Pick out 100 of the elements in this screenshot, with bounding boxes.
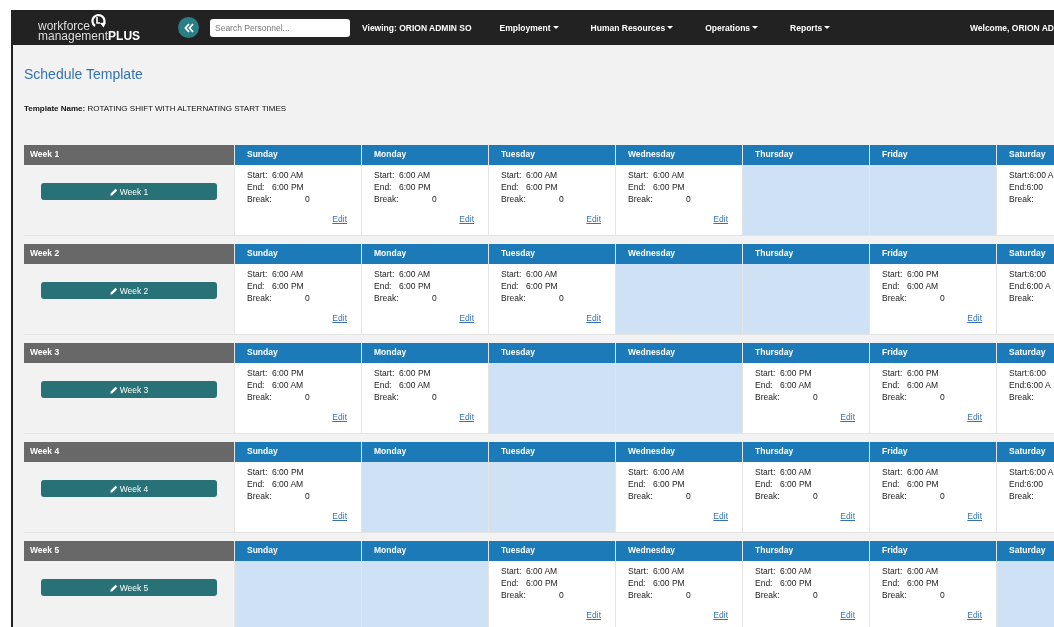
field-value: 6:00 AM (780, 379, 812, 391)
field-label: Start: (882, 565, 904, 577)
field-label: End: (501, 280, 520, 292)
edit-link[interactable]: Edit (713, 609, 728, 621)
field-value: 6:00 AM (272, 379, 304, 391)
edit-link[interactable]: Edit (713, 213, 728, 225)
field-label: Start: (247, 466, 269, 478)
field-value: 6:00 PM (653, 577, 685, 589)
field-label: End: (374, 379, 393, 391)
field-value: 6:00 AM (907, 280, 939, 292)
day-header: Saturday (997, 244, 1054, 264)
field-label: Start: (247, 169, 269, 181)
field-value: 6:00 AM (272, 169, 304, 181)
field-label: Start: (755, 367, 777, 379)
edit-link[interactable]: Edit (586, 609, 601, 621)
day-header: Saturday (997, 442, 1054, 462)
nav-menu[interactable]: Human Resources (590, 22, 674, 33)
field-label: Break: (374, 292, 399, 304)
caret-icon (824, 26, 831, 29)
field-label: Break: (247, 490, 272, 502)
edit-link[interactable]: Edit (840, 609, 855, 621)
day-header: Thursday (743, 244, 869, 264)
edit-link[interactable]: Edit (713, 510, 728, 522)
edit-link[interactable]: Edit (459, 411, 474, 423)
edit-link[interactable]: Edit (586, 312, 601, 324)
field-value: 6:00 (1029, 367, 1046, 379)
edit-week-button[interactable]: Week 1 (41, 183, 217, 200)
field-value: 0 (432, 193, 437, 205)
day-header: Wednesday (616, 343, 742, 363)
nav-menu[interactable]: Operations (705, 22, 759, 33)
field-value: 6:00 AM (780, 565, 812, 577)
day-header: Friday (870, 442, 996, 462)
field-label: Break: (755, 391, 780, 403)
edit-link[interactable]: Edit (840, 510, 855, 522)
field-label: End: (882, 280, 901, 292)
edit-week-button[interactable]: Week 2 (41, 282, 217, 299)
pencil-icon (109, 385, 118, 394)
field-label: Start: (501, 565, 523, 577)
field-value: 6:00 AM (272, 268, 304, 280)
day-header: Wednesday (616, 145, 742, 165)
edit-link[interactable]: Edit (332, 411, 347, 423)
field-label: Break: (755, 589, 780, 601)
field-label: Start: (882, 367, 904, 379)
field-label: Break: (247, 292, 272, 304)
field-label: Break: (755, 490, 780, 502)
field-label: Break: (1009, 391, 1034, 403)
field-label: Start: (501, 268, 523, 280)
field-value: 6:00 AM (780, 466, 812, 478)
field-label: Start: (628, 169, 650, 181)
field-value: 6:00 PM (907, 367, 939, 379)
field-value: 0 (686, 490, 691, 502)
field-label: Break: (247, 391, 272, 403)
edit-week-button[interactable]: Week 4 (41, 480, 217, 497)
edit-link[interactable]: Edit (332, 510, 347, 522)
field-value: 6:00 PM (907, 577, 939, 589)
field-value: 6:00 PM (907, 268, 939, 280)
collapse-button[interactable] (178, 17, 199, 38)
field-label: End: (882, 478, 901, 490)
nav-menu[interactable]: Employment (499, 22, 559, 33)
field-label: Break: (501, 193, 526, 205)
field-value: 6:00 AM (399, 379, 431, 391)
field-label: Break: (882, 391, 907, 403)
field-value: 6:00 A (1026, 379, 1051, 391)
field-value: 6:00 PM (399, 280, 431, 292)
search-field[interactable]: Search Personnel... (210, 18, 350, 37)
field-value: 0 (686, 589, 691, 601)
field-label: End: (755, 577, 774, 589)
edit-link[interactable]: Edit (332, 213, 347, 225)
day-header: Sunday (235, 541, 361, 561)
field-label: End: (247, 181, 266, 193)
day-header: Sunday (235, 442, 361, 462)
field-label: End: (247, 280, 266, 292)
field-label: End: (628, 181, 647, 193)
edit-link[interactable]: Edit (459, 213, 474, 225)
week-header: Week 5 (24, 541, 234, 561)
edit-link[interactable]: Edit (967, 510, 982, 522)
edit-week-button[interactable]: Week 5 (41, 579, 217, 596)
week-header: Week 2 (24, 244, 234, 264)
field-value: 6:00 AM (526, 169, 558, 181)
week-header: Week 3 (24, 343, 234, 363)
field-value: 0 (432, 391, 437, 403)
field-value: 6:00 PM (907, 478, 939, 490)
logo-text: workforce (38, 20, 90, 31)
edit-week-button[interactable]: Week 3 (41, 381, 217, 398)
edit-link[interactable]: Edit (967, 411, 982, 423)
nav-menu[interactable]: Reports (790, 22, 831, 33)
field-value: 0 (940, 292, 945, 304)
day-header: Tuesday (489, 145, 615, 165)
field-value: 6:00 AM (399, 169, 431, 181)
edit-link[interactable]: Edit (459, 312, 474, 324)
day-header: Thursday (743, 343, 869, 363)
field-value: 6:00 PM (272, 466, 304, 478)
edit-link[interactable]: Edit (586, 213, 601, 225)
day-header: Wednesday (616, 442, 742, 462)
field-value: 6:00 AM (907, 565, 939, 577)
edit-link[interactable]: Edit (840, 411, 855, 423)
edit-link[interactable]: Edit (967, 312, 982, 324)
edit-link[interactable]: Edit (967, 609, 982, 621)
edit-link[interactable]: Edit (332, 312, 347, 324)
field-value: 6:00 AM (653, 565, 685, 577)
